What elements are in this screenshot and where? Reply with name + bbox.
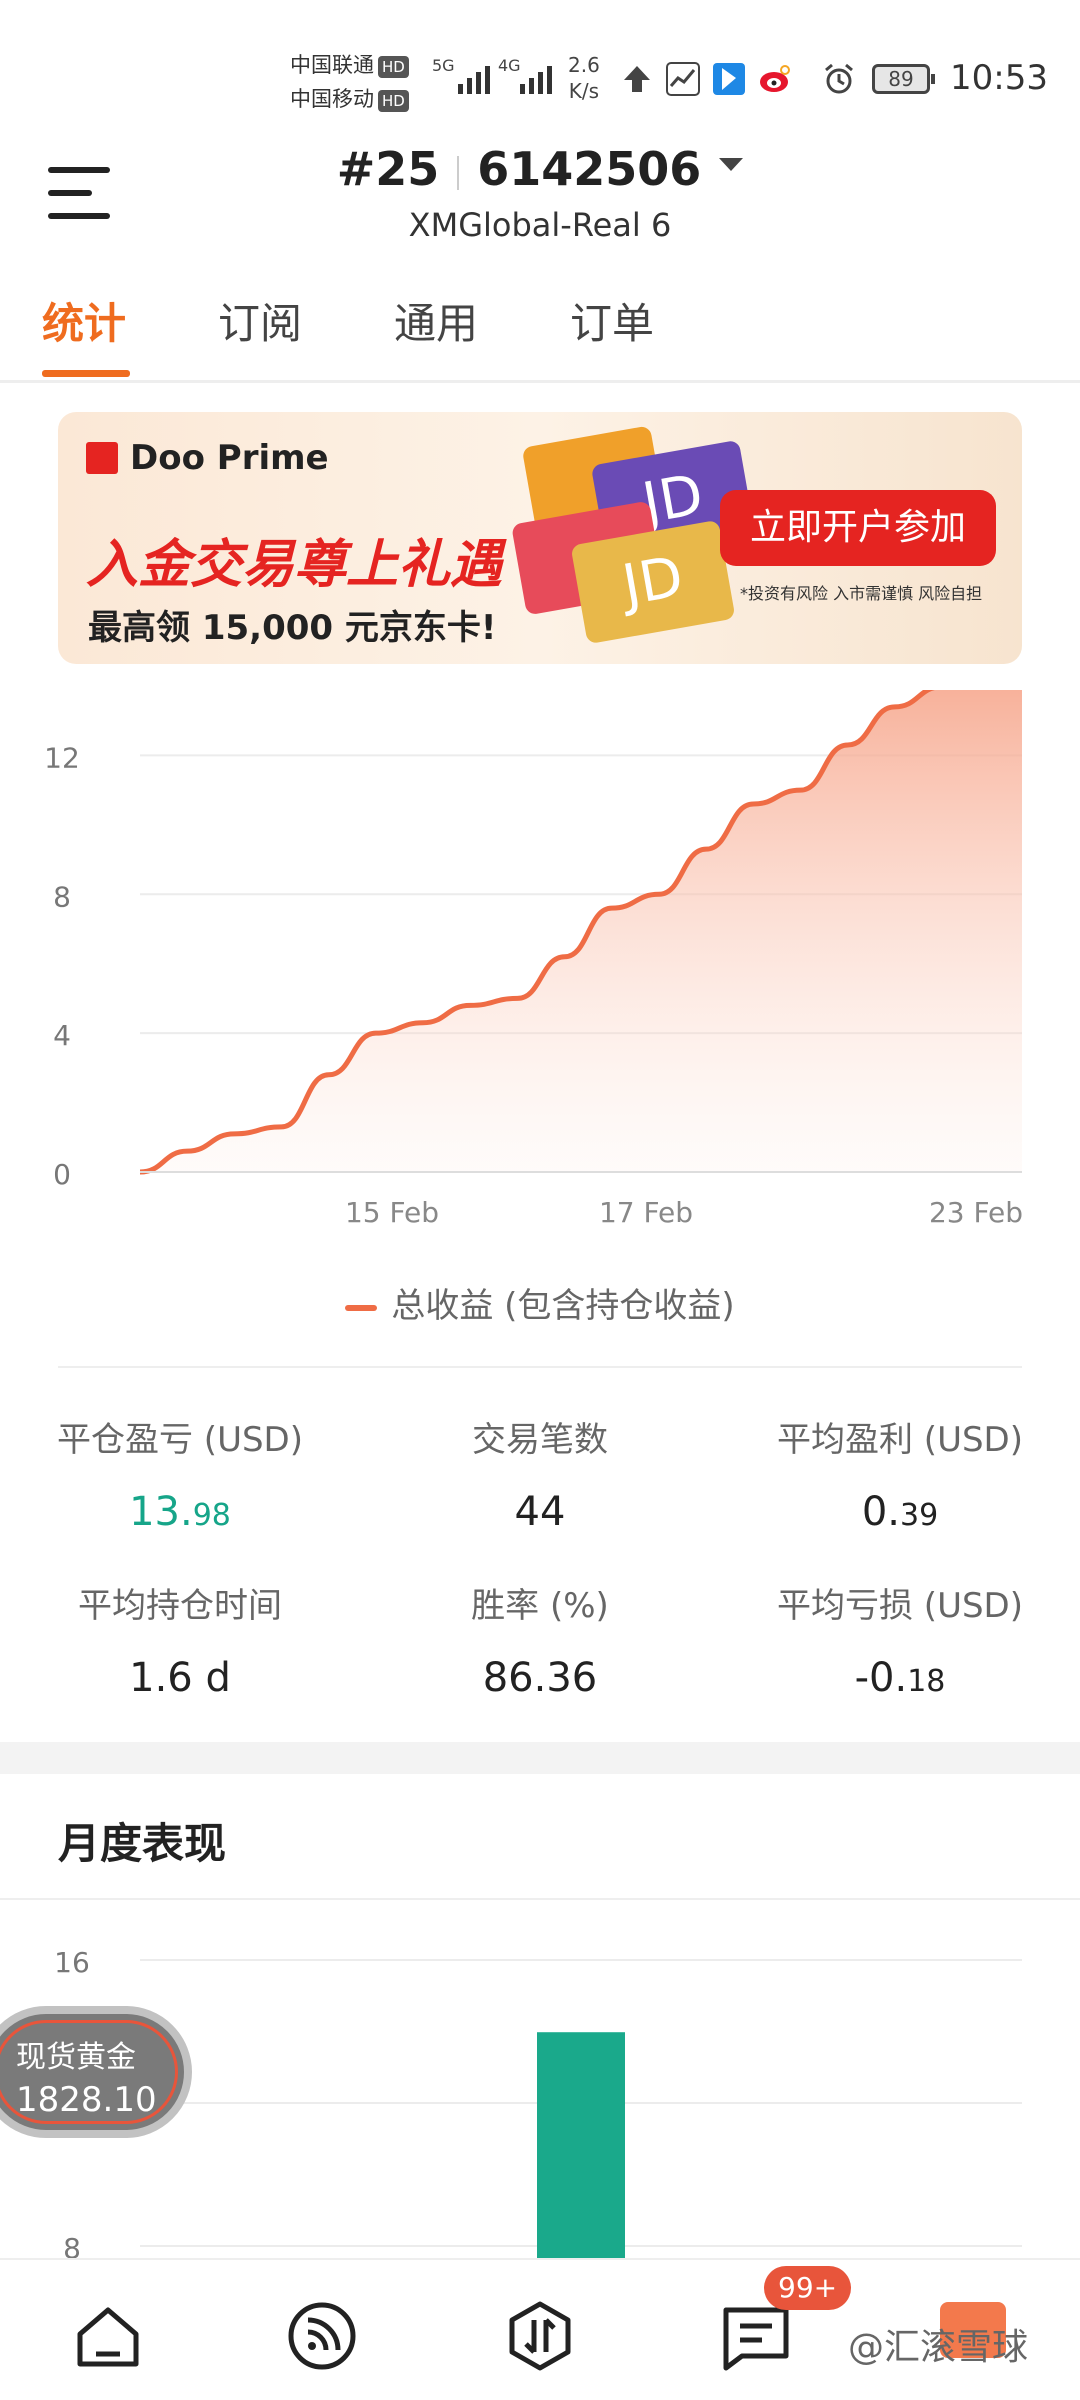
y-tick-label: 0 [53, 1158, 71, 1191]
stat-value-dec: 18 [907, 1664, 946, 1699]
card-label: JD [617, 544, 688, 619]
stat-label: 平均盈利 (USD) [777, 1420, 1023, 1460]
stat-trade-count: 交易笔数 44 [360, 1412, 720, 1535]
account-index: #25 [336, 142, 440, 196]
ticker-ring [0, 2020, 178, 2124]
y-tick-label: 8 [53, 880, 71, 913]
stat-label: 平均持仓时间 [78, 1586, 282, 1626]
stat-value: 1.6 d [129, 1655, 231, 1701]
stat-avg-profit: 平均盈利 (USD) 0.39 [720, 1412, 1080, 1535]
stat-value-int: 13. [129, 1489, 193, 1535]
network-5g-label: 5G [432, 56, 455, 75]
tab-subscribe[interactable]: 订阅 [218, 290, 394, 377]
stat-avg-loss: 平均亏损 (USD) -0.18 [720, 1578, 1080, 1701]
stat-value-dec: 39 [899, 1498, 939, 1533]
x-tick-label: 15 Feb [345, 1196, 439, 1229]
carrier-2: 中国移动 [290, 87, 374, 111]
speed-unit: K/s [568, 79, 600, 103]
status-bar: 中国联通 HD 中国移动 HD 5G 4G 2.6 K/s 89 10:53 [0, 0, 1080, 150]
gold-price-ticker[interactable]: 现货黄金 1828.10 [0, 2006, 192, 2138]
stat-value-dec: 98 [192, 1498, 231, 1533]
weibo-icon [760, 65, 790, 92]
stat-label: 胜率 (%) [471, 1586, 609, 1626]
account-selector[interactable]: #25 6142506 [0, 142, 1080, 196]
divider [58, 1366, 1022, 1368]
brand-name: Doo Prime [130, 438, 329, 478]
stock-app-icon [666, 62, 700, 96]
stat-value: -0.18 [720, 1655, 1080, 1701]
risk-disclaimer: *投资有风险 入市需谨慎 风险自担 [740, 584, 983, 603]
home-icon[interactable] [72, 2300, 144, 2372]
bookmark-app-icon [713, 63, 745, 95]
brand-mark-icon [86, 442, 118, 474]
stat-value: 86.36 [482, 1655, 598, 1701]
account-number: 6142506 [477, 142, 702, 196]
carrier-info: 中国联通 HD 中国移动 HD [290, 48, 409, 116]
dropdown-caret-icon[interactable] [719, 158, 744, 171]
stat-value-int: -0. [854, 1655, 908, 1701]
feed-icon[interactable] [286, 2300, 358, 2372]
area-fill [140, 690, 1022, 1172]
stat-value: 44 [514, 1489, 566, 1535]
stat-win-rate: 胜率 (%) 86.36 [360, 1578, 720, 1701]
signal-icon [520, 58, 552, 94]
stat-value-int: 0. [861, 1489, 900, 1535]
y-tick-label: 8 [63, 2232, 81, 2260]
messages-icon[interactable] [720, 2300, 792, 2372]
battery-indicator: 89 [872, 64, 935, 94]
stat-value: 0.39 [720, 1489, 1080, 1535]
tab-general[interactable]: 通用 [394, 290, 570, 377]
bar [537, 2032, 625, 2260]
y-tick-label: 12 [44, 741, 80, 774]
divider [0, 380, 1080, 383]
upload-arrow-icon [624, 66, 650, 92]
stat-label: 平均亏损 (USD) [777, 1586, 1023, 1626]
watermark: @汇滚雪球 [848, 2327, 1029, 2368]
x-tick-label: 23 Feb [929, 1196, 1023, 1229]
x-tick-label: 17 Feb [599, 1196, 693, 1229]
y-tick-label: 4 [53, 1019, 71, 1052]
banner-headline: 入金交易尊上礼遇 [86, 535, 503, 595]
network-4g-label: 4G [498, 56, 521, 75]
unread-badge: 99+ [764, 2266, 852, 2310]
open-account-button[interactable]: 立即开户参加 [720, 490, 996, 566]
clock: 10:53 [950, 58, 1048, 98]
banner-subline: 最高领 15,000 元京东卡! [88, 608, 497, 648]
divider [457, 155, 460, 190]
legend-swatch [345, 1304, 378, 1311]
divider [0, 1898, 1080, 1900]
carrier-1: 中国联通 [290, 53, 374, 77]
promo-banner[interactable]: Doo Prime 入金交易尊上礼遇 最高领 15,000 元京东卡! JD J… [58, 412, 1022, 664]
equity-chart: 0 4 8 12 15 Feb 17 Feb 23 Feb [44, 690, 1023, 1229]
alarm-icon [825, 63, 853, 94]
monthly-performance-title: 月度表现 [58, 1819, 227, 1868]
server-name: XMGlobal-Real 6 [408, 206, 672, 244]
speed-value: 2.6 [568, 53, 600, 77]
stat-closed-pl: 平仓盈亏 (USD) 13.98 [0, 1412, 360, 1535]
doo-prime-logo: Doo Prime [86, 438, 329, 478]
tab-orders[interactable]: 订单 [570, 290, 746, 377]
network-speed: 2.6 K/s [568, 52, 600, 104]
stat-avg-hold-time: 平均持仓时间 1.6 d [0, 1578, 360, 1701]
y-tick-label: 16 [54, 1946, 90, 1979]
signal-icon [458, 58, 490, 94]
chart-legend: 总收益 (包含持仓收益) [0, 1278, 1080, 1327]
battery-level: 89 [888, 67, 914, 91]
tab-statistics[interactable]: 统计 [42, 290, 218, 377]
legend-label: 总收益 (包含持仓收益) [391, 1286, 735, 1326]
tab-bar: 统计 订阅 通用 订单 [42, 290, 746, 377]
stat-label: 交易笔数 [472, 1420, 608, 1460]
hd-badge: HD [378, 90, 409, 112]
stat-value: 13.98 [0, 1489, 360, 1535]
stat-label: 平仓盈亏 (USD) [57, 1420, 303, 1460]
hd-badge: HD [378, 56, 409, 78]
trade-icon[interactable] [504, 2300, 576, 2372]
section-gap [0, 1742, 1080, 1774]
